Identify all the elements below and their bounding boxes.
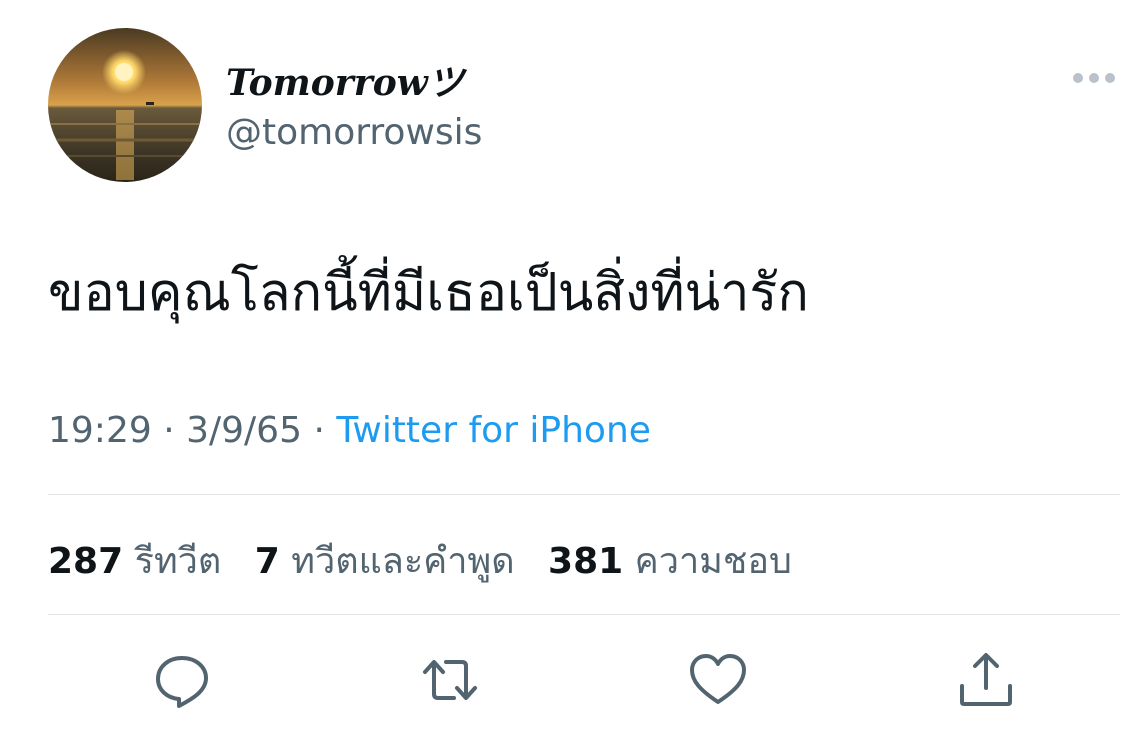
quotes-stat[interactable]: 7 ทวีตและคำพูด	[255, 541, 526, 582]
retweets-stat[interactable]: 287 รีทวีต	[48, 541, 233, 582]
likes-stat[interactable]: 381 ความชอบ	[548, 541, 792, 582]
divider	[48, 494, 1120, 495]
tweet-date[interactable]: 3/9/65	[186, 410, 302, 451]
more-horizontal-icon	[1073, 73, 1115, 83]
tweet-time[interactable]: 19:29	[48, 410, 152, 451]
reply-bubble-icon	[156, 656, 208, 708]
divider	[48, 614, 1120, 615]
quotes-label: ทวีตและคำพูด	[291, 541, 515, 582]
reply-button[interactable]	[152, 650, 212, 710]
user-handle[interactable]: @tomorrowsis	[226, 112, 482, 153]
retweets-count: 287	[48, 541, 124, 582]
retweet-button[interactable]	[420, 650, 480, 710]
sunset-avatar-image	[48, 28, 202, 182]
meta-separator: ·	[313, 410, 325, 451]
likes-label: ความชอบ	[634, 541, 792, 582]
retweets-label: รีทวีต	[134, 541, 222, 582]
more-options-button[interactable]	[1072, 70, 1116, 84]
quotes-count: 7	[254, 541, 280, 582]
tweet-text: ขอบคุณโลกนี้ที่มีเธอเป็นสิ่งที่น่ารัก	[48, 263, 809, 323]
display-name[interactable]: Tomorrowツ	[226, 54, 464, 106]
like-button[interactable]	[688, 650, 748, 710]
tweet-source-link[interactable]: Twitter for iPhone	[336, 410, 651, 451]
tweet-meta: 19:29 · 3/9/65 · Twitter for iPhone	[48, 410, 651, 451]
retweet-icon	[423, 660, 477, 700]
likes-count: 381	[548, 541, 624, 582]
share-button[interactable]	[956, 650, 1016, 710]
share-upload-icon	[960, 653, 1012, 706]
engagement-stats: 287 รีทวีต 7 ทวีตและคำพูด 381 ความชอบ	[48, 532, 814, 589]
avatar[interactable]	[48, 28, 202, 182]
heart-icon	[690, 654, 746, 704]
meta-separator: ·	[163, 410, 175, 451]
